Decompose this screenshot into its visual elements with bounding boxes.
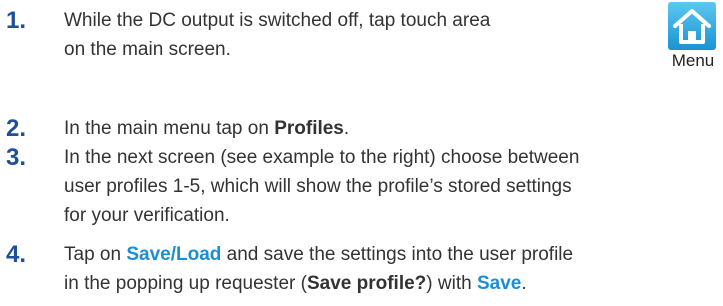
step-text-line-2: user profiles 1-5, which will show the p…: [64, 176, 572, 197]
save-profile-term: Save profile?: [306, 273, 427, 294]
step-text-line-1: Tap on Save/Load and save the settings i…: [64, 244, 574, 265]
step-2: 2. In the main menu tap on Profiles.: [0, 114, 723, 143]
save-term: Save: [476, 273, 522, 294]
home-icon[interactable]: [668, 2, 716, 50]
step-number: 3.: [6, 144, 27, 171]
step-text: In the main menu tap on Profiles.: [64, 118, 350, 139]
step-number: 4.: [6, 241, 27, 268]
step-text-line-3: for your verification.: [64, 205, 230, 226]
step-text-line-1: In the next screen (see example to the r…: [64, 147, 580, 168]
step-text-line-1: While the DC output is switched off, tap…: [64, 10, 491, 31]
profiles-term: Profiles: [274, 118, 344, 139]
step-3: 3. In the next screen (see example to th…: [0, 143, 723, 233]
save-load-term: Save/Load: [126, 244, 222, 265]
step-1: 1. While the DC output is switched off, …: [0, 6, 723, 86]
step-text-line-2: on the main screen.: [64, 39, 231, 60]
menu-label: Menu: [671, 51, 715, 70]
step-number: 1.: [6, 7, 27, 34]
step-text-line-2: in the popping up requester (Save profil…: [64, 273, 527, 294]
step-4: 4. Tap on Save/Load and save the setting…: [0, 240, 723, 300]
step-number: 2.: [6, 115, 27, 142]
